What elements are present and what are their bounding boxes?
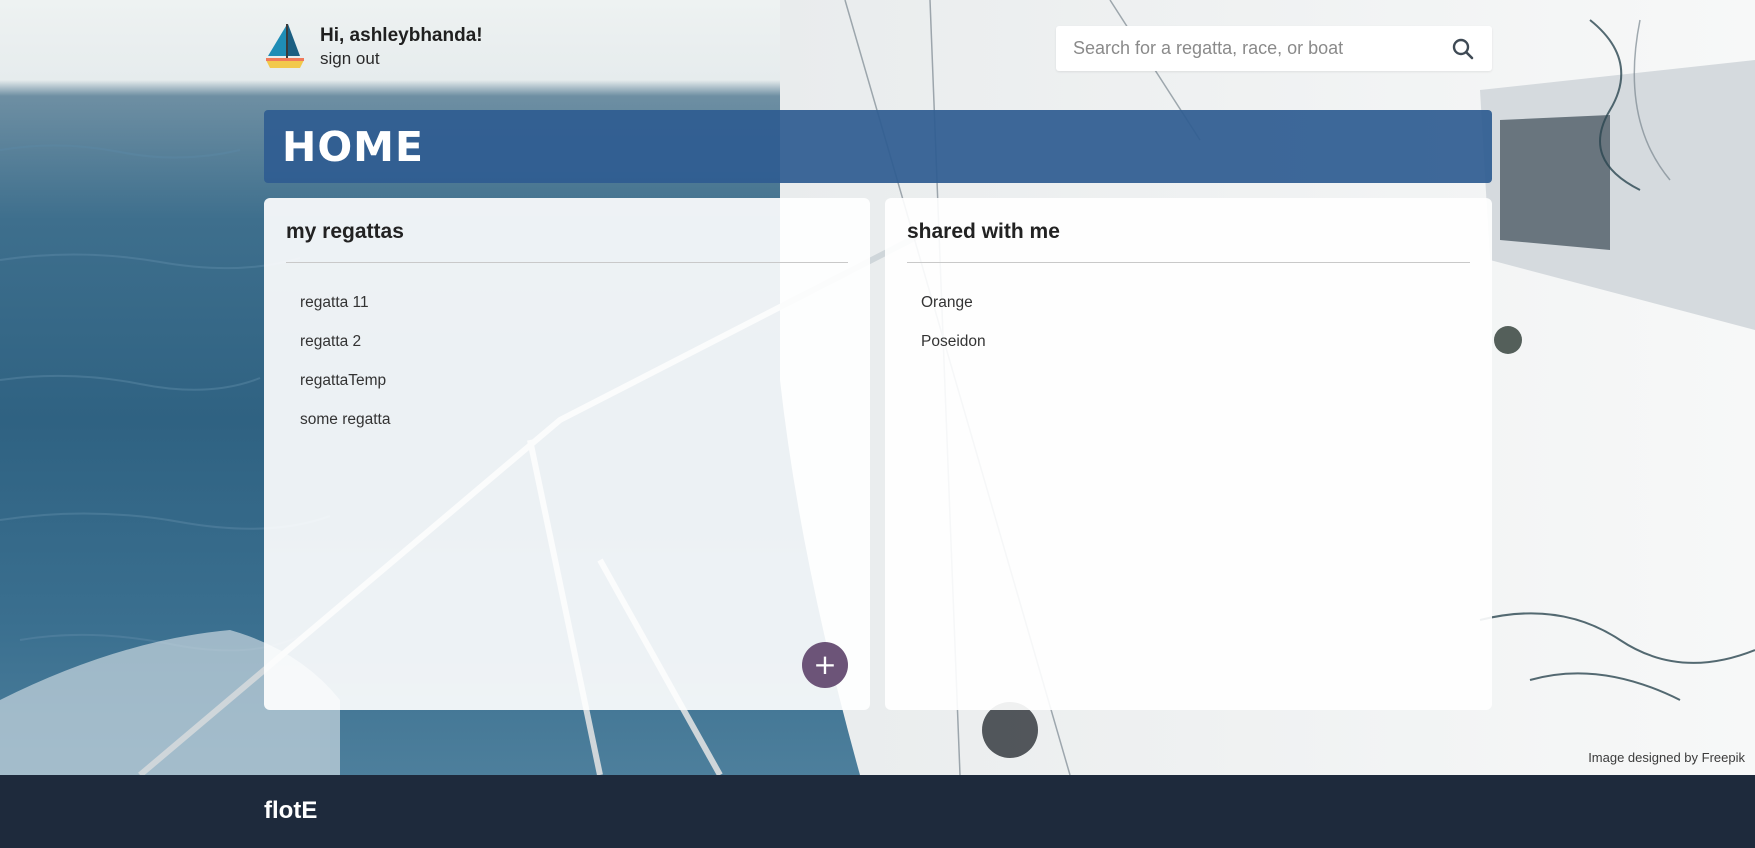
greeting: Hi, ashleybhanda! bbox=[320, 25, 483, 46]
user-block: Hi, ashleybhanda! sign out bbox=[264, 22, 483, 72]
shared-list-item[interactable]: Poseidon bbox=[921, 332, 986, 371]
footer-brand: flotE bbox=[264, 797, 318, 824]
user-text: Hi, ashleybhanda! sign out bbox=[320, 22, 483, 70]
shared-list-item[interactable]: Orange bbox=[921, 293, 986, 332]
regatta-list-item[interactable]: regattaTemp bbox=[300, 371, 390, 410]
search-icon[interactable] bbox=[1452, 38, 1474, 60]
shared-with-me-panel: shared with me Orange Poseidon bbox=[885, 198, 1492, 710]
page-title: HOME bbox=[282, 123, 424, 171]
search-bar bbox=[1056, 26, 1492, 71]
search-input[interactable] bbox=[1056, 26, 1452, 71]
regatta-list-item[interactable]: some regatta bbox=[300, 410, 390, 449]
shared-with-me-heading: shared with me bbox=[907, 220, 1060, 243]
page-title-bar: HOME bbox=[264, 110, 1492, 183]
shared-regattas-list: Orange Poseidon bbox=[921, 293, 986, 371]
add-regatta-button[interactable]: + bbox=[802, 642, 848, 688]
image-credit: Image designed by Freepik bbox=[1588, 750, 1745, 765]
regatta-list-item[interactable]: regatta 2 bbox=[300, 332, 390, 371]
my-regattas-heading: my regattas bbox=[286, 220, 404, 243]
regatta-list-item[interactable]: regatta 11 bbox=[300, 293, 390, 332]
my-regattas-list: regatta 11 regatta 2 regattaTemp some re… bbox=[300, 293, 390, 449]
my-regattas-panel: my regattas regatta 11 regatta 2 regatta… bbox=[264, 198, 870, 710]
panel-header: my regattas bbox=[286, 198, 848, 263]
sailboat-icon bbox=[266, 24, 304, 68]
panel-header: shared with me bbox=[907, 198, 1470, 263]
sign-out-link[interactable]: sign out bbox=[320, 48, 483, 70]
footer: flotE bbox=[0, 775, 1755, 848]
